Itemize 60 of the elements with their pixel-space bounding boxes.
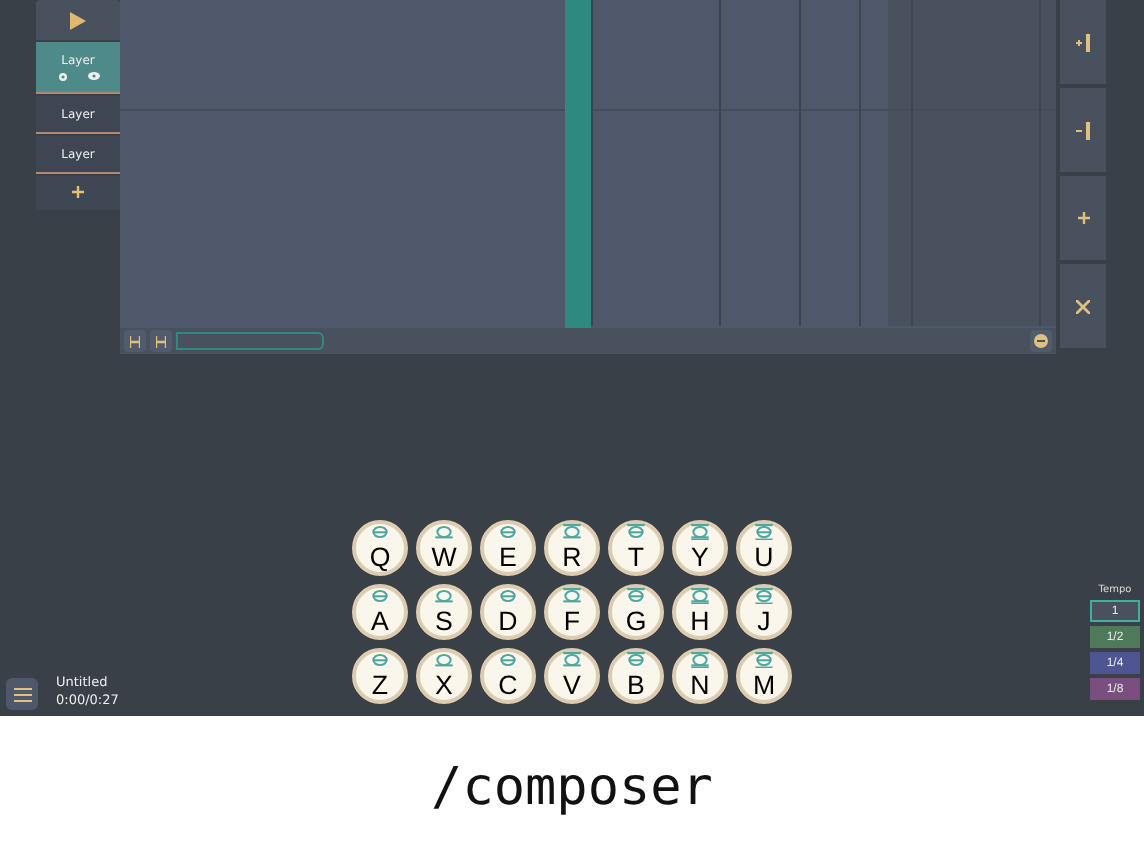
glyph-icon <box>686 524 714 540</box>
glyph-icon <box>430 588 458 604</box>
note-key[interactable]: D <box>480 584 536 640</box>
menu-button[interactable] <box>6 678 38 710</box>
zoom-button[interactable] <box>1030 330 1052 352</box>
playhead[interactable] <box>565 0 592 328</box>
glyph-icon <box>558 588 586 604</box>
skip-start-icon <box>130 335 140 347</box>
menu-icon <box>13 687 31 701</box>
note-key[interactable]: E <box>480 520 536 576</box>
note-key[interactable]: J <box>736 584 792 640</box>
note-key[interactable]: R <box>544 520 600 576</box>
glyph-icon <box>558 524 586 540</box>
note-key[interactable]: W <box>416 520 472 576</box>
note-key[interactable]: M <box>736 648 792 704</box>
gear-icon <box>57 71 67 81</box>
note-key[interactable]: T <box>608 520 664 576</box>
note-key[interactable]: Y <box>672 520 728 576</box>
note-key[interactable]: F <box>544 584 600 640</box>
glyph-icon <box>686 652 714 668</box>
plus-bar-icon <box>1076 33 1090 51</box>
minus-bar-icon <box>1076 121 1090 139</box>
remove-marker-button[interactable] <box>1060 88 1106 172</box>
eye-icon <box>87 71 99 79</box>
glyph-icon <box>430 652 458 668</box>
note-key[interactable]: H <box>672 584 728 640</box>
note-key[interactable]: N <box>672 648 728 704</box>
note-key[interactable]: U <box>736 520 792 576</box>
glyph-icon <box>750 524 778 540</box>
note-key[interactable]: Z <box>352 648 408 704</box>
glyph-icon <box>430 524 458 540</box>
note-key[interactable]: Q <box>352 520 408 576</box>
add-marker-button[interactable] <box>1060 0 1106 84</box>
scroll-thumb[interactable] <box>176 332 324 350</box>
skip-end-button[interactable] <box>150 330 172 352</box>
glyph-icon <box>686 588 714 604</box>
zoom-out-icon <box>1034 334 1048 348</box>
glyph-icon <box>750 588 778 604</box>
play-icon <box>70 11 86 29</box>
play-button[interactable] <box>36 0 120 40</box>
page-caption: /composer <box>431 758 713 818</box>
glyph-icon <box>622 588 650 604</box>
glyph-icon <box>622 524 650 540</box>
add-track-button[interactable] <box>36 176 120 210</box>
plus-icon <box>72 186 84 198</box>
skip-start-button[interactable] <box>124 330 146 352</box>
note-key[interactable]: S <box>416 584 472 640</box>
glyph-icon <box>558 652 586 668</box>
note-key[interactable]: B <box>608 648 664 704</box>
note-key[interactable]: G <box>608 584 664 640</box>
note-key[interactable]: A <box>352 584 408 640</box>
note-key[interactable]: C <box>480 648 536 704</box>
note-key[interactable]: V <box>544 648 600 704</box>
shuffle-button[interactable] <box>1060 264 1106 348</box>
plus-icon <box>1077 212 1089 224</box>
glyph-icon <box>750 652 778 668</box>
note-key[interactable]: X <box>416 648 472 704</box>
cross-arrows-icon <box>1076 299 1090 313</box>
glyph-icon <box>622 652 650 668</box>
skip-end-icon <box>156 335 166 347</box>
